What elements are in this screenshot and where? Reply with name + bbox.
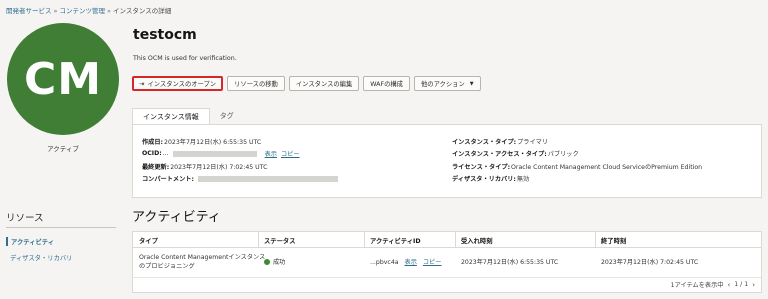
column-divider bbox=[258, 232, 259, 248]
column-divider bbox=[455, 232, 456, 248]
activity-id-cell: ...pbvc4a 表示 コピー bbox=[370, 258, 441, 267]
breadcrumb: 開発者サービス» コンテンツ管理» インスタンスの詳細 bbox=[6, 5, 171, 15]
ocid-redacted bbox=[172, 150, 257, 157]
created-value: 2023年7月12日(水) 6:55:35 UTC bbox=[164, 138, 262, 146]
table-pager: 1アイテムを表示中 ‹ 1 / 1 › bbox=[670, 280, 755, 290]
page-title: testocm bbox=[133, 27, 197, 43]
license-type-value: Oracle Content Management Cloud Serviceの… bbox=[511, 163, 703, 171]
info-access-type: インスタンス・アクセス・タイプ: パブリック bbox=[452, 148, 702, 161]
ocid-show-link[interactable]: 表示 bbox=[265, 149, 277, 158]
ocid-label: OCID: bbox=[142, 150, 162, 158]
created-label: 作成日: bbox=[142, 138, 164, 146]
breadcrumb-separator: » bbox=[53, 7, 58, 15]
instance-type-label: インスタンス・タイプ: bbox=[452, 138, 517, 146]
instance-description: This OCM is used for verification. bbox=[133, 55, 237, 62]
activity-type-line2: のプロビジョニング bbox=[139, 263, 195, 270]
lifecycle-status: アクティブ bbox=[47, 145, 79, 153]
breadcrumb-developer-services[interactable]: 開発者サービス bbox=[6, 7, 52, 15]
activity-id-value: ...pbvc4a bbox=[370, 259, 399, 266]
activities-heading: アクティビティ bbox=[132, 210, 221, 225]
instance-info-panel: 作成日: 2023年7月12日(水) 6:55:35 UTC OCID: ...… bbox=[132, 124, 762, 198]
info-compartment: コンパートメント: bbox=[142, 173, 342, 186]
column-header-activity-id[interactable]: アクティビティID bbox=[370, 236, 421, 245]
chevron-right-icon[interactable]: › bbox=[752, 281, 755, 289]
activity-type-line1: Oracle Content Managementインスタンス bbox=[139, 254, 266, 261]
info-instance-type: インスタンス・タイプ: プライマリ bbox=[452, 135, 702, 148]
compartment-label: コンパートメント: bbox=[142, 176, 194, 184]
info-updated: 最終更新: 2023年7月12日(水) 7:02:45 UTC bbox=[142, 160, 342, 173]
license-type-label: ライセンス・タイプ: bbox=[452, 163, 511, 171]
column-divider bbox=[595, 232, 596, 248]
column-header-status[interactable]: ステータス bbox=[264, 236, 295, 245]
activity-status-cell: 成功 bbox=[264, 258, 285, 267]
updated-label: 最終更新: bbox=[142, 163, 170, 171]
chevron-left-icon[interactable]: ‹ bbox=[727, 281, 730, 289]
column-header-finished[interactable]: 終了時刻 bbox=[601, 236, 626, 245]
sidebar-item-disaster-recovery[interactable]: ディザスタ・リカバリ bbox=[6, 253, 72, 262]
pager-pages: 1 / 1 bbox=[734, 281, 749, 288]
info-created: 作成日: 2023年7月12日(水) 6:55:35 UTC bbox=[142, 135, 342, 148]
edit-instance-button[interactable]: インスタンスの編集 bbox=[288, 76, 360, 91]
ocid-copy-link[interactable]: コピー bbox=[281, 149, 300, 158]
resources-divider bbox=[6, 227, 116, 228]
more-actions-label: 他のアクション bbox=[420, 81, 465, 88]
activity-finished-cell: 2023年7月12日(水) 7:02:45 UTC bbox=[601, 259, 699, 266]
caret-down-icon: ▼ bbox=[469, 80, 474, 87]
edit-instance-label: インスタンスの編集 bbox=[295, 81, 353, 88]
breadcrumb-content-management[interactable]: コンテンツ管理 bbox=[59, 7, 105, 15]
instance-avatar: CM bbox=[7, 23, 119, 135]
configure-waf-button[interactable]: WAFの構成 bbox=[363, 76, 410, 91]
move-resource-button[interactable]: リソースの移動 bbox=[227, 76, 285, 91]
column-header-type[interactable]: タイプ bbox=[139, 236, 158, 245]
sidebar-item-activities[interactable]: アクティビティ bbox=[6, 237, 54, 246]
configure-waf-label: WAFの構成 bbox=[370, 81, 403, 88]
table-row: Oracle Content Managementインスタンス のプロビジョニン… bbox=[133, 248, 761, 278]
breadcrumb-current: インスタンスの詳細 bbox=[112, 7, 172, 15]
column-divider bbox=[364, 232, 365, 248]
activity-type-cell: Oracle Content Managementインスタンス のプロビジョニン… bbox=[139, 253, 265, 271]
info-ocid: OCID: ... 表示 コピー bbox=[142, 148, 342, 161]
instance-type-value: プライマリ bbox=[517, 138, 549, 146]
breadcrumb-separator: » bbox=[106, 7, 111, 15]
pager-count: 1アイテムを表示中 bbox=[670, 282, 724, 289]
info-license-type: ライセンス・タイプ: Oracle Content Management Clo… bbox=[452, 160, 702, 173]
disaster-recovery-value: 無効 bbox=[516, 176, 530, 184]
disaster-recovery-label: ディザスタ・リカバリ: bbox=[452, 176, 516, 184]
resources-heading: リソース bbox=[6, 213, 44, 224]
info-right-column: インスタンス・タイプ: プライマリ インスタンス・アクセス・タイプ: パブリック… bbox=[452, 135, 702, 185]
activity-id-show-link[interactable]: 表示 bbox=[405, 259, 417, 266]
activity-status-value: 成功 bbox=[273, 259, 286, 266]
action-toolbar: ⇥ インスタンスのオープン リソースの移動 インスタンスの編集 WAFの構成 他… bbox=[132, 76, 481, 91]
open-instance-button[interactable]: ⇥ インスタンスのオープン bbox=[132, 76, 224, 91]
table-header: タイプ ステータス アクティビティID 受入れ時刻 終了時刻 bbox=[133, 232, 761, 248]
more-actions-button[interactable]: 他のアクション ▼ bbox=[413, 76, 481, 91]
open-instance-label: インスタンスのオープン bbox=[147, 81, 217, 88]
success-status-icon bbox=[264, 259, 270, 265]
activity-id-copy-link[interactable]: コピー bbox=[423, 259, 442, 266]
open-external-icon: ⇥ bbox=[139, 79, 145, 88]
updated-value: 2023年7月12日(水) 7:02:45 UTC bbox=[170, 163, 268, 171]
column-header-accepted[interactable]: 受入れ時刻 bbox=[461, 236, 492, 245]
ocid-value: ... bbox=[162, 150, 169, 158]
info-left-column: 作成日: 2023年7月12日(水) 6:55:35 UTC OCID: ...… bbox=[142, 135, 342, 185]
avatar-initials: CM bbox=[23, 53, 103, 105]
access-type-value: パブリック bbox=[547, 151, 579, 159]
activity-accepted-cell: 2023年7月12日(水) 6:55:35 UTC bbox=[461, 259, 559, 266]
access-type-label: インスタンス・アクセス・タイプ: bbox=[452, 151, 547, 159]
move-resource-label: リソースの移動 bbox=[234, 81, 278, 88]
activities-table: タイプ ステータス アクティビティID 受入れ時刻 終了時刻 Oracle Co… bbox=[132, 231, 762, 293]
compartment-redacted bbox=[197, 175, 338, 182]
info-disaster-recovery: ディザスタ・リカバリ: 無効 bbox=[452, 173, 702, 186]
